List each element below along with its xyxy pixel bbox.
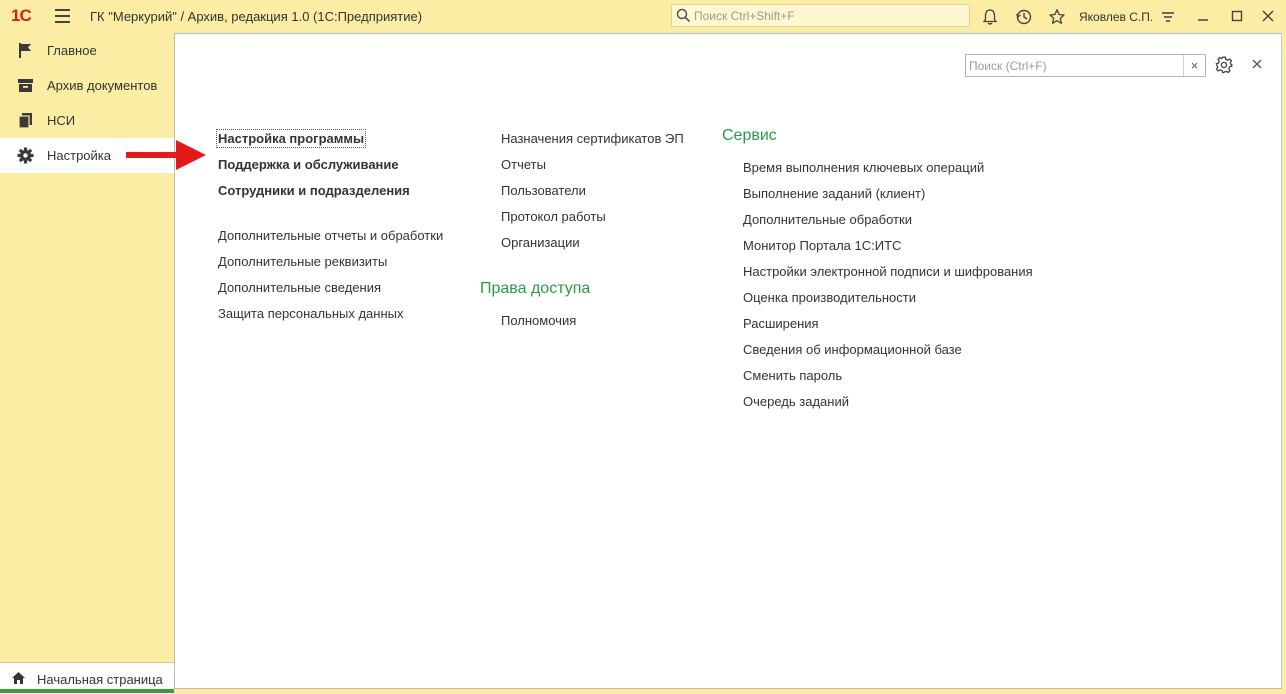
link-its-portal-monitor[interactable]: Монитор Портала 1С:ИТС bbox=[743, 238, 901, 253]
link-job-queue[interactable]: Очередь заданий bbox=[743, 394, 849, 409]
gear-icon bbox=[17, 147, 34, 164]
link-users[interactable]: Пользователи bbox=[501, 183, 586, 198]
minimize-icon[interactable] bbox=[1194, 7, 1212, 25]
settings-panel: × Настройка программы Поддержка и обслуж… bbox=[174, 33, 1282, 689]
home-icon bbox=[12, 672, 25, 684]
settings-gear-icon[interactable] bbox=[1215, 56, 1233, 74]
global-search-input[interactable] bbox=[694, 7, 964, 24]
link-permissions[interactable]: Полномочия bbox=[501, 313, 576, 328]
link-program-settings[interactable]: Настройка программы bbox=[215, 129, 367, 148]
sections-sidebar: Главное Архив документов НСИ Настройка bbox=[0, 33, 174, 693]
bell-icon[interactable] bbox=[981, 8, 999, 26]
panel-search-input[interactable] bbox=[969, 57, 1179, 74]
app-logo[interactable]: 1С bbox=[11, 6, 32, 26]
user-name[interactable]: Яковлев С.П. bbox=[1079, 10, 1153, 24]
documents-icon bbox=[18, 113, 32, 129]
access-rights-header: Права доступа bbox=[480, 280, 591, 297]
sidebar-item-label: Архив документов bbox=[47, 78, 158, 93]
link-personal-data-protection[interactable]: Защита персональных данных bbox=[218, 306, 404, 321]
sidebar-item-main[interactable]: Главное bbox=[0, 33, 174, 68]
global-search-field[interactable] bbox=[671, 4, 970, 27]
red-arrow-annotation bbox=[126, 140, 206, 170]
sidebar-item-archive[interactable]: Архив документов bbox=[0, 68, 174, 103]
clear-search-button[interactable]: × bbox=[1183, 55, 1205, 76]
link-change-password[interactable]: Сменить пароль bbox=[743, 368, 842, 383]
sidebar-item-label: Настройка bbox=[47, 148, 111, 163]
link-extra-reports[interactable]: Дополнительные отчеты и обработки bbox=[218, 228, 443, 243]
link-reports[interactable]: Отчеты bbox=[501, 157, 546, 172]
maximize-icon[interactable] bbox=[1228, 7, 1246, 25]
link-extra-attributes[interactable]: Дополнительные реквизиты bbox=[218, 254, 387, 269]
link-client-jobs[interactable]: Выполнение заданий (клиент) bbox=[743, 186, 925, 201]
close-panel-icon[interactable] bbox=[1250, 57, 1264, 71]
title-bar: 1С ГК "Меркурий" / Архив, редакция 1.0 (… bbox=[0, 0, 1286, 33]
search-icon bbox=[676, 8, 691, 23]
link-performance-evaluation[interactable]: Оценка производительности bbox=[743, 290, 916, 305]
link-extra-processors[interactable]: Дополнительные обработки bbox=[743, 212, 912, 227]
archive-box-icon bbox=[18, 79, 33, 92]
star-icon[interactable] bbox=[1048, 8, 1066, 26]
active-tab-indicator bbox=[0, 689, 174, 693]
sidebar-item-label: Главное bbox=[47, 43, 97, 58]
close-window-icon[interactable] bbox=[1259, 7, 1277, 25]
link-support-maintenance[interactable]: Поддержка и обслуживание bbox=[218, 157, 399, 172]
hamburger-menu-icon[interactable] bbox=[55, 9, 70, 23]
link-extra-info[interactable]: Дополнительные сведения bbox=[218, 280, 381, 295]
link-signature-settings[interactable]: Настройки электронной подписи и шифрован… bbox=[743, 264, 1033, 279]
link-event-log[interactable]: Протокол работы bbox=[501, 209, 606, 224]
flag-icon bbox=[19, 43, 31, 58]
sidebar-item-label: НСИ bbox=[47, 113, 76, 128]
settings-menu-icon[interactable] bbox=[1159, 8, 1177, 26]
link-infobase-info[interactable]: Сведения об информационной базе bbox=[743, 342, 962, 357]
link-certificate-assignments[interactable]: Назначения сертификатов ЭП bbox=[501, 131, 684, 146]
service-header: Сервис bbox=[722, 127, 777, 144]
link-employees-departments[interactable]: Сотрудники и подразделения bbox=[218, 183, 410, 198]
link-organizations[interactable]: Организации bbox=[501, 235, 580, 250]
history-icon[interactable] bbox=[1015, 8, 1033, 26]
sidebar-item-nsi[interactable]: НСИ bbox=[0, 103, 174, 138]
home-page-label: Начальная страница bbox=[37, 672, 163, 687]
link-extensions[interactable]: Расширения bbox=[743, 316, 819, 331]
link-key-operations-time[interactable]: Время выполнения ключевых операций bbox=[743, 160, 984, 175]
panel-search-field[interactable]: × bbox=[965, 54, 1206, 77]
window-title: ГК "Меркурий" / Архив, редакция 1.0 (1С:… bbox=[90, 9, 423, 24]
